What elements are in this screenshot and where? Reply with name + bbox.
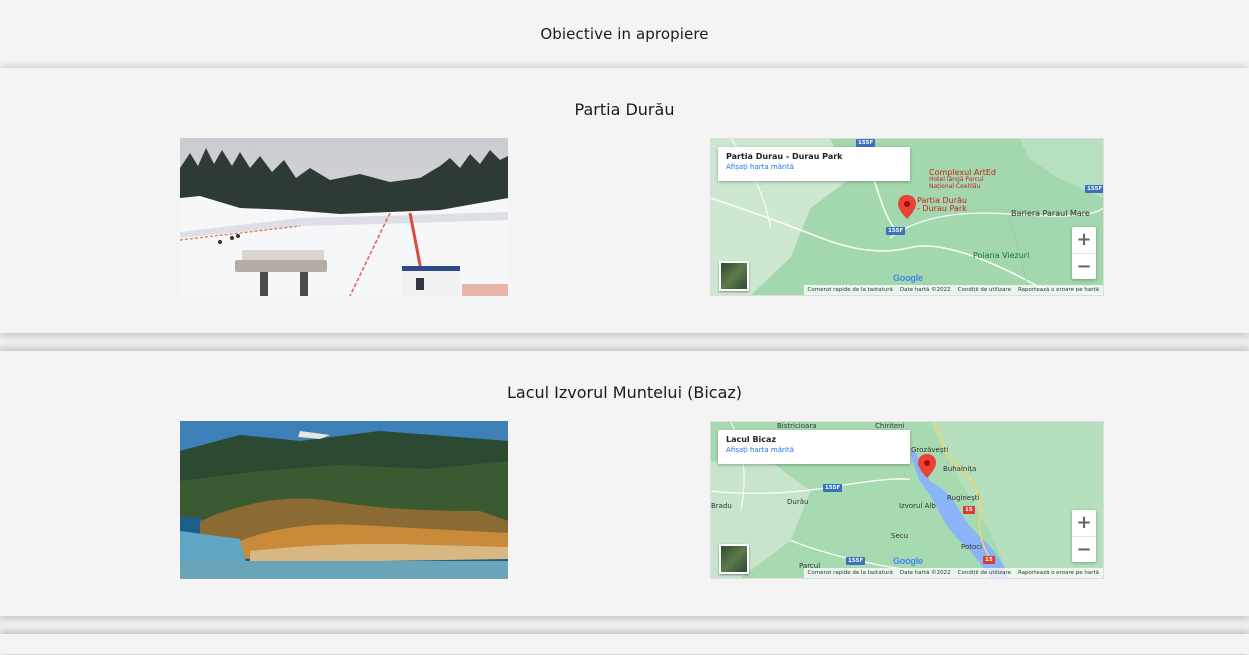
map-label: Secu	[891, 532, 909, 540]
road-shield: 15	[983, 556, 995, 564]
enlarge-map-link[interactable]: Afișați harta mărită	[726, 446, 902, 454]
map-label: Grozăvești	[911, 446, 949, 454]
map-label: Potoci	[961, 543, 983, 551]
map-label: Bariera Paraul Mare	[1011, 209, 1090, 218]
poi-partia-durau[interactable]: Partia Durău - Durau Park	[917, 196, 969, 214]
road-shield: 155F	[823, 484, 843, 492]
section-divider	[0, 616, 1249, 634]
location-pin-icon[interactable]	[918, 454, 936, 478]
road-shield: 155F	[886, 227, 906, 235]
zoom-controls: + −	[1072, 510, 1096, 562]
map-data-label: Date hartă ©2022	[899, 287, 951, 293]
keyboard-shortcuts-link[interactable]: Comenzi rapide de la tastatură	[808, 570, 893, 576]
map-label: Bradu	[711, 502, 732, 510]
keyboard-shortcuts-link[interactable]: Comenzi rapide de la tastatură	[808, 287, 893, 293]
report-error-link[interactable]: Raportează o eroare pe hartă	[1018, 570, 1099, 576]
place-name: Partia Durau - Durau Park	[726, 152, 843, 161]
enlarge-map-link[interactable]: Afișați harta mărită	[726, 163, 902, 171]
terms-link[interactable]: Condiții de utilizare	[958, 287, 1011, 293]
zoom-in-button[interactable]: +	[1072, 510, 1096, 536]
google-logo: Google	[893, 556, 923, 566]
section-divider	[0, 333, 1249, 351]
map-label: Rugineşti	[947, 494, 980, 502]
poi-complexul-arted[interactable]: Complexul ArtEd Hotel lângă Parcul Națio…	[929, 168, 999, 190]
zoom-out-button[interactable]: −	[1072, 536, 1096, 563]
road-shield: 155F	[856, 139, 876, 147]
ski-slope-photo	[180, 138, 508, 296]
satellite-toggle[interactable]	[719, 544, 749, 574]
google-logo: Google	[893, 273, 923, 283]
map-embed-bicaz[interactable]: Bistricioara Chiriteni Grozăvești Buhaln…	[710, 421, 1104, 579]
section-title: Partia Durău	[574, 100, 675, 119]
place-name: Lacul Bicaz	[726, 435, 777, 444]
road-shield: 15	[963, 506, 975, 514]
zoom-out-button[interactable]: −	[1072, 253, 1096, 280]
lake-photo	[180, 421, 508, 579]
map-label: Izvorul Alb	[899, 502, 936, 510]
map-data-label: Date hartă ©2022	[899, 570, 951, 576]
map-label: Poiana Viezuri	[973, 251, 1030, 260]
road-shield: 155F	[1085, 185, 1103, 193]
map-label: Chiriteni	[875, 422, 905, 430]
map-footer: Comenzi rapide de la tastatură Date hart…	[803, 285, 1103, 295]
map-footer: Comenzi rapide de la tastatură Date hart…	[803, 568, 1103, 578]
zoom-in-button[interactable]: +	[1072, 227, 1096, 253]
map-label: Bistricioara	[777, 422, 817, 430]
place-info-card: Partia Durau - Durau Park Afișați harta …	[718, 147, 910, 181]
page-header: Obiective in apropiere	[0, 0, 1249, 68]
place-info-card: Lacul Bicaz Afișați harta mărită	[718, 430, 910, 464]
page-title: Obiective in apropiere	[540, 25, 709, 43]
attraction-section-next	[0, 634, 1249, 654]
road-shield: 155F	[846, 557, 866, 565]
section-title: Lacul Izvorul Muntelui (Bicaz)	[506, 383, 743, 402]
map-label: Durău	[787, 498, 809, 506]
zoom-controls: + −	[1072, 227, 1096, 279]
terms-link[interactable]: Condiții de utilizare	[958, 570, 1011, 576]
map-label: Buhalnița	[943, 465, 977, 473]
map-embed-durau[interactable]: 155F 155F 155F Complexul ArtEd Hotel lân…	[710, 138, 1104, 296]
attraction-section-bicaz: Lacul Izvorul Muntelui (Bicaz) Bistricio…	[0, 351, 1249, 616]
report-error-link[interactable]: Raportează o eroare pe hartă	[1018, 287, 1099, 293]
attraction-section-durau: Partia Durău 155F 155F 155F Complexul Ar…	[0, 68, 1249, 333]
poi-sublabel: Hotel lângă Parcul Național Ceahlău	[929, 176, 984, 190]
satellite-toggle[interactable]	[719, 261, 749, 291]
location-pin-icon[interactable]	[898, 195, 916, 219]
